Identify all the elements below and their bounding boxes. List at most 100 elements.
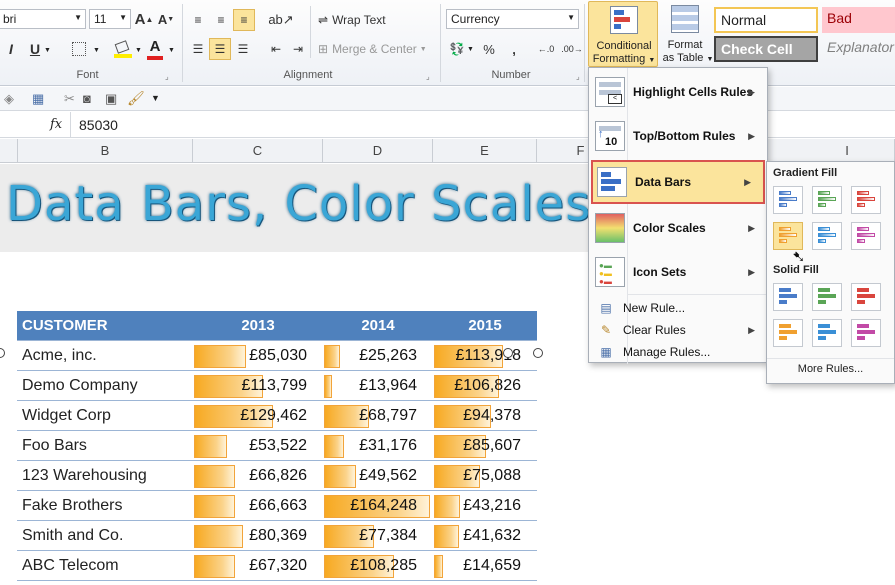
paint-icon[interactable]: ◈ [4, 91, 14, 107]
solid-bar-swatch[interactable] [812, 283, 842, 311]
value-cell[interactable]: £66,663 [193, 491, 323, 521]
header-2014[interactable]: 2014 [323, 311, 433, 341]
menu-item-icon-sets[interactable]: ●▬ ●▬ ●▬ Icon Sets ▶ [589, 254, 767, 290]
column-header-d[interactable]: D [323, 139, 433, 163]
accounting-format-icon[interactable]: 💱 [448, 39, 466, 59]
increase-decimal-icon[interactable]: ←.0 [535, 39, 557, 59]
value-cell[interactable]: £66,826 [193, 461, 323, 491]
solid-bar-swatch[interactable] [773, 283, 803, 311]
value-cell[interactable]: £41,632 [433, 521, 537, 551]
more-rules-link[interactable]: More Rules... [767, 363, 894, 375]
selection-handle[interactable] [0, 348, 5, 358]
value-cell[interactable]: £49,562 [323, 461, 433, 491]
column-header-e[interactable]: E [433, 139, 537, 163]
value-cell[interactable]: £14,659 [433, 551, 537, 581]
font-size-dropdown[interactable]: 11 ▼ [89, 9, 131, 29]
menu-item-new-rule[interactable]: ▤ New Rule... [589, 298, 767, 318]
value-cell[interactable]: £85,607 [433, 431, 537, 461]
selection-handle[interactable] [533, 348, 543, 358]
dialog-launcher-icon[interactable]: ⌟ [426, 72, 430, 81]
customer-cell[interactable]: Widget Corp [22, 401, 111, 431]
customize-qat-icon[interactable]: ▼ [151, 93, 160, 103]
column-header-b[interactable]: B [18, 139, 193, 163]
solid-bar-swatch[interactable] [773, 319, 803, 347]
format-painter-icon[interactable]: 🖌 [127, 90, 145, 107]
value-cell[interactable]: £13,964 [323, 371, 433, 401]
value-cell[interactable]: £108,285 [323, 551, 433, 581]
menu-item-top-bottom[interactable]: 10 ↑ Top/Bottom Rules ▶ [589, 118, 767, 154]
decrease-decimal-icon[interactable]: .00→ [561, 39, 583, 59]
customer-cell[interactable]: Smith and Co. [22, 521, 123, 551]
value-cell[interactable]: £106,826 [433, 371, 537, 401]
solid-bar-swatch[interactable] [851, 319, 881, 347]
column-header-a[interactable] [0, 139, 18, 163]
fill-color-icon[interactable] [114, 40, 132, 58]
menu-item-clear-rules[interactable]: ✎ Clear Rules ▶ [589, 320, 767, 340]
align-center-icon[interactable]: ☰ [209, 38, 231, 60]
merge-center-button[interactable]: ⊞ Merge & Center ▼ [318, 39, 434, 59]
style-explanatory[interactable]: Explanator [822, 36, 895, 62]
decrease-indent-icon[interactable]: ⇤ [266, 39, 286, 59]
align-left-icon[interactable]: ☰ [188, 39, 208, 59]
value-cell[interactable]: £85,030 [193, 341, 323, 371]
value-cell[interactable]: £94,378 [433, 401, 537, 431]
customer-cell[interactable]: Acme, inc. [22, 341, 97, 371]
conditional-formatting-button[interactable]: Conditional Formatting ▼ [588, 1, 658, 67]
fx-icon[interactable]: fx [50, 117, 62, 132]
customer-cell[interactable]: Demo Company [22, 371, 138, 401]
menu-item-color-scales[interactable]: Color Scales ▶ [589, 210, 767, 246]
wrap-text-button[interactable]: ⇌ Wrap Text [318, 10, 402, 30]
menu-item-highlight-cells[interactable]: < Highlight Cells Rules ▶ [589, 74, 767, 110]
percent-button[interactable]: % [480, 39, 498, 59]
value-cell[interactable]: £53,522 [193, 431, 323, 461]
style-bad[interactable]: Bad [822, 7, 895, 33]
align-middle-icon[interactable]: ≡ [211, 10, 231, 30]
value-cell[interactable]: £113,799 [193, 371, 323, 401]
value-cell[interactable]: £75,088 [433, 461, 537, 491]
borders-icon[interactable] [72, 42, 86, 56]
value-cell[interactable]: £164,248 [323, 491, 433, 521]
table-tool-icon[interactable]: ▦ [32, 91, 44, 107]
customer-cell[interactable]: 123 Warehousing [22, 461, 147, 491]
value-cell[interactable]: £31,176 [323, 431, 433, 461]
align-top-icon[interactable]: ≡ [188, 10, 208, 30]
value-cell[interactable]: £25,263 [323, 341, 433, 371]
number-format-dropdown[interactable]: Currency ▼ [446, 9, 579, 29]
increase-indent-icon[interactable]: ⇥ [288, 39, 308, 59]
solid-bar-swatch[interactable] [812, 319, 842, 347]
dialog-launcher-icon[interactable]: ⌟ [576, 72, 580, 81]
gradient-bar-swatch[interactable] [851, 222, 881, 250]
menu-item-manage-rules[interactable]: ▦ Manage Rules... [589, 342, 767, 362]
align-right-icon[interactable]: ☰ [233, 39, 253, 59]
customer-cell[interactable]: ABC Telecom [22, 551, 119, 581]
selection-handle[interactable] [503, 348, 513, 358]
gradient-bar-swatch[interactable] [773, 222, 803, 250]
comma-button[interactable]: , [505, 39, 523, 59]
align-bottom-icon[interactable]: ≡ [233, 9, 255, 31]
font-color-icon[interactable]: A [145, 38, 165, 60]
style-check-cell[interactable]: Check Cell [714, 36, 818, 62]
value-cell[interactable]: £77,384 [323, 521, 433, 551]
shrink-font-icon[interactable]: A ▼ [157, 9, 175, 29]
menu-item-data-bars[interactable]: Data Bars ▶ [591, 160, 765, 204]
value-cell[interactable]: £43,216 [433, 491, 537, 521]
camera-icon[interactable]: ◙ [83, 91, 91, 106]
value-cell[interactable]: £80,369 [193, 521, 323, 551]
format-as-table-button[interactable]: Format as Table ▼ [660, 1, 713, 67]
formula-input[interactable]: 85030 [79, 117, 118, 133]
gradient-bar-swatch[interactable] [773, 186, 803, 214]
font-name-dropdown[interactable]: bri ▼ [0, 9, 86, 29]
column-header-c[interactable]: C [193, 139, 323, 163]
cut-icon[interactable]: ✂ [64, 91, 75, 107]
gradient-bar-swatch[interactable] [812, 186, 842, 214]
value-cell[interactable]: £68,797 [323, 401, 433, 431]
solid-bar-swatch[interactable] [851, 283, 881, 311]
dialog-launcher-icon[interactable]: ⌟ [165, 72, 169, 81]
column-header-i[interactable]: I [800, 139, 895, 163]
customer-cell[interactable]: Fake Brothers [22, 491, 122, 521]
value-cell[interactable]: £113,918 [433, 341, 537, 371]
orientation-icon[interactable]: ab↗ [268, 10, 294, 30]
value-cell[interactable]: £67,320 [193, 551, 323, 581]
header-2013[interactable]: 2013 [193, 311, 323, 341]
value-cell[interactable]: £129,462 [193, 401, 323, 431]
